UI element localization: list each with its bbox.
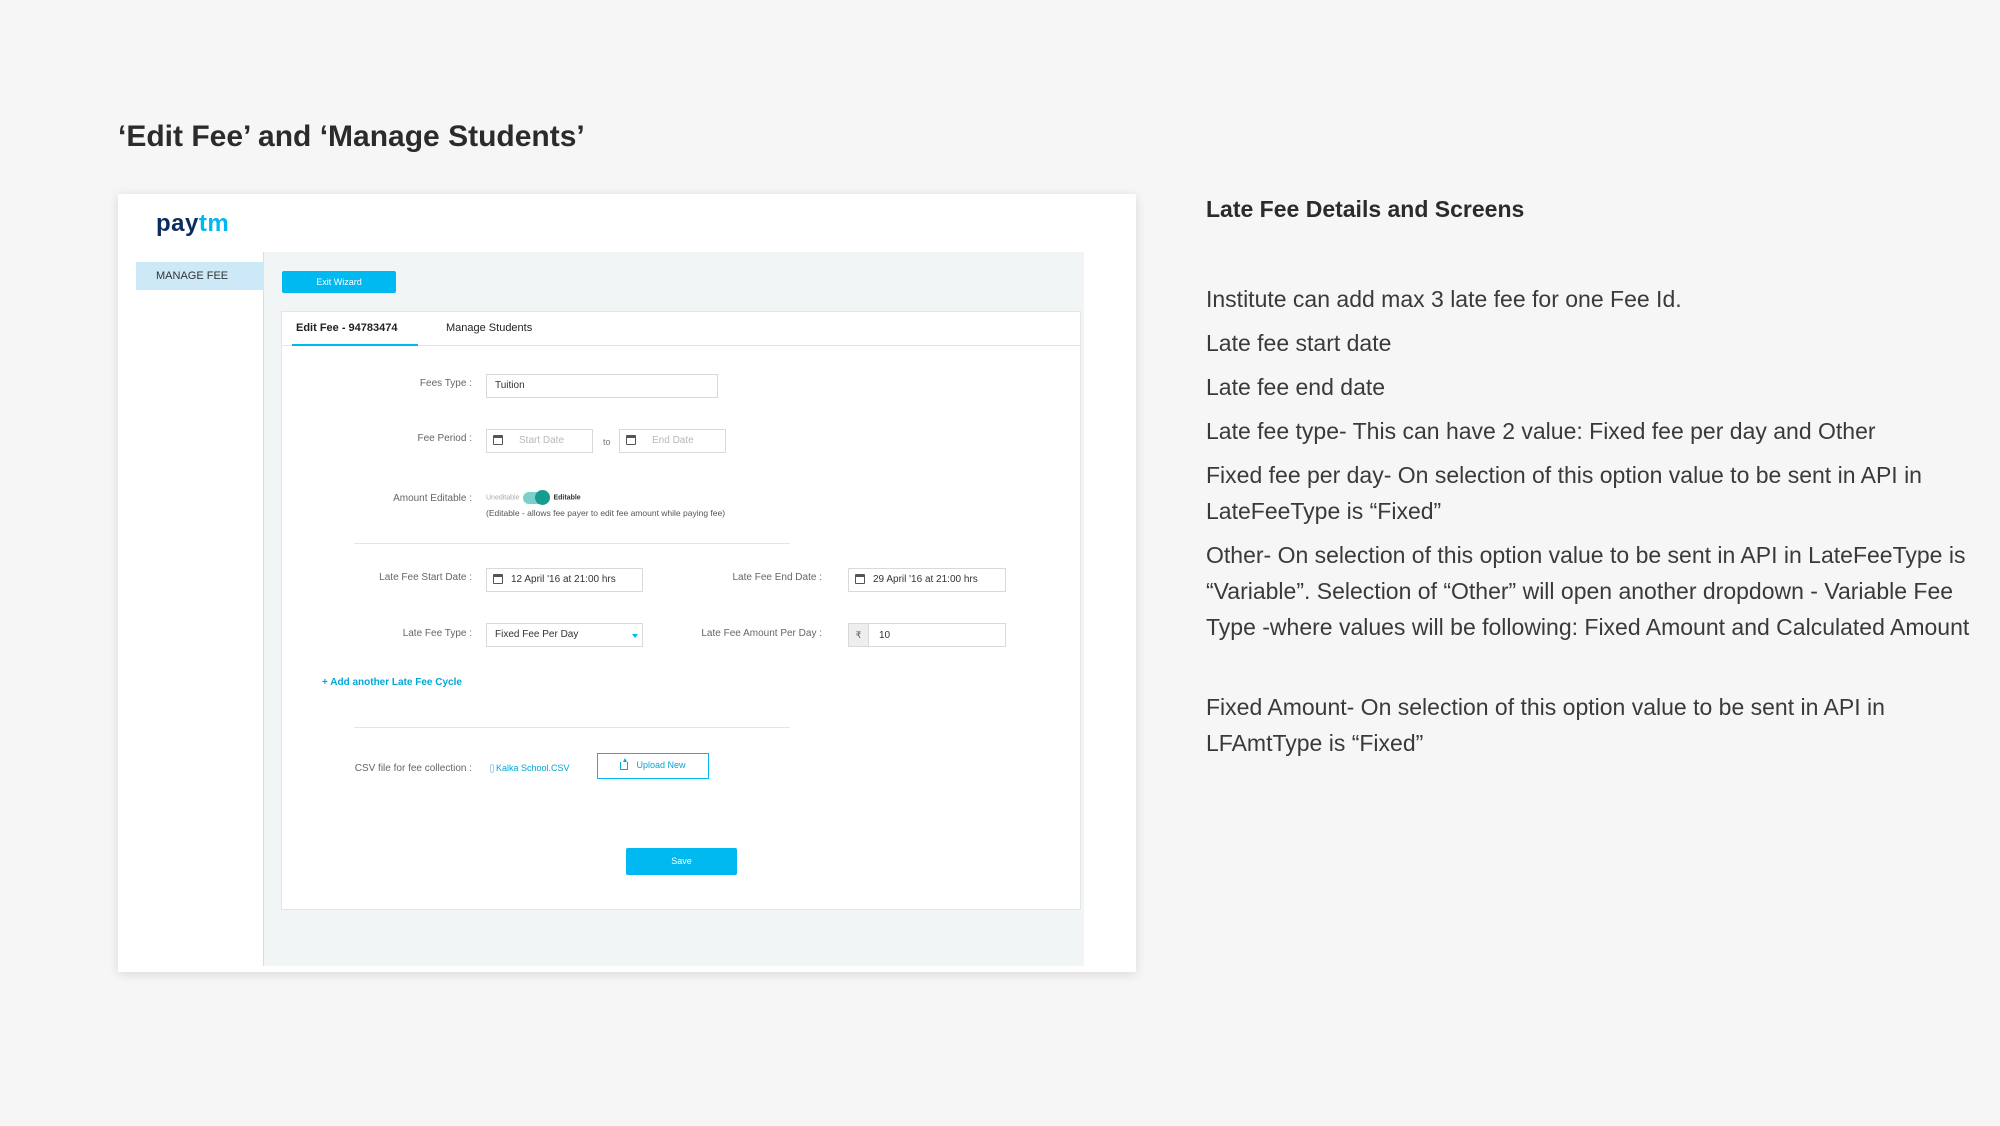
upload-new-button[interactable]: Upload New <box>597 753 709 779</box>
note-line: Late fee type- This can have 2 value: Fi… <box>1206 418 1876 444</box>
late-fee-amount-value: 10 <box>879 630 891 641</box>
csv-label: CSV file for fee collection : <box>354 763 472 774</box>
paperclip-icon <box>490 764 494 774</box>
toggle-note: (Editable - allows fee payer to edit fee… <box>486 508 726 518</box>
calendar-icon <box>626 435 636 446</box>
late-fee-amount-input[interactable]: ₹10 <box>848 623 1006 647</box>
note-line: Fixed Amount- On selection of this optio… <box>1206 694 1885 756</box>
toggle-off-label: Uneditable <box>486 494 520 502</box>
fees-type-input[interactable]: Tuition <box>486 374 718 398</box>
calendar-icon <box>855 574 865 585</box>
end-date-input[interactable]: End Date <box>619 429 726 453</box>
csv-file-link[interactable]: Kalka School.CSV <box>490 763 570 774</box>
late-fee-end-input[interactable]: 29 April '16 at 21:00 hrs <box>848 568 1006 592</box>
late-fee-type-select[interactable]: Fixed Fee Per Day <box>486 623 643 647</box>
tab-bar: Edit Fee - 94783474 Manage Students <box>282 312 1080 346</box>
amount-editable-label: Amount Editable : <box>393 493 472 504</box>
amount-editable-toggle[interactable]: Uneditable Editable <box>486 490 581 505</box>
paytm-logo: paytm <box>156 210 230 237</box>
upload-icon <box>620 757 629 770</box>
to-label: to <box>603 437 611 447</box>
toggle-on-label: Editable <box>553 494 581 502</box>
late-fee-start-label: Late Fee Start Date : <box>379 572 472 583</box>
fee-period-label: Fee Period : <box>417 433 472 444</box>
chevron-down-icon <box>632 634 638 638</box>
notes-panel: Late Fee Details and Screens Institute c… <box>1206 196 1986 769</box>
tab-manage-students[interactable]: Manage Students <box>446 322 532 334</box>
sidebar: MANAGE FEE <box>136 252 264 966</box>
add-late-fee-cycle-link[interactable]: + Add another Late Fee Cycle <box>322 677 462 688</box>
save-button[interactable]: Save <box>626 848 737 875</box>
exit-wizard-button[interactable]: Exit Wizard <box>282 271 396 293</box>
rupee-icon: ₹ <box>849 624 869 646</box>
tab-edit-fee[interactable]: Edit Fee - 94783474 <box>292 322 417 346</box>
app-mockup: paytm MANAGE FEE Exit Wizard Edit Fee - … <box>118 194 1136 972</box>
note-line: Late fee end date <box>1206 374 1386 400</box>
late-fee-end-label: Late Fee End Date : <box>732 572 822 583</box>
fees-type-label: Fees Type : <box>419 378 472 389</box>
sidebar-item-manage-fee[interactable]: MANAGE FEE <box>136 262 264 290</box>
divider <box>354 727 790 728</box>
notes-title: Late Fee Details and Screens <box>1206 196 1525 222</box>
edit-fee-panel: Edit Fee - 94783474 Manage Students Fees… <box>281 311 1081 910</box>
calendar-icon <box>493 435 503 446</box>
late-fee-amount-label: Late Fee Amount Per Day : <box>701 628 822 639</box>
note-line: Other- On selection of this option value… <box>1206 542 1970 640</box>
note-line: Fixed fee per day- On selection of this … <box>1206 462 1922 524</box>
calendar-icon <box>493 574 503 585</box>
divider <box>354 543 790 544</box>
late-fee-type-label: Late Fee Type : <box>402 628 472 639</box>
note-line: Late fee start date <box>1206 330 1392 356</box>
late-fee-start-input[interactable]: 12 April '16 at 21:00 hrs <box>486 568 643 592</box>
note-line: Institute can add max 3 late fee for one… <box>1206 286 1682 312</box>
start-date-input[interactable]: Start Date <box>486 429 593 453</box>
late-fee-type-value: Fixed Fee Per Day <box>495 629 579 640</box>
toggle-switch[interactable] <box>523 490 551 505</box>
slide-title: ‘Edit Fee’ and ‘Manage Students’ <box>118 120 585 153</box>
main-canvas: Exit Wizard Edit Fee - 94783474 Manage S… <box>264 252 1084 966</box>
